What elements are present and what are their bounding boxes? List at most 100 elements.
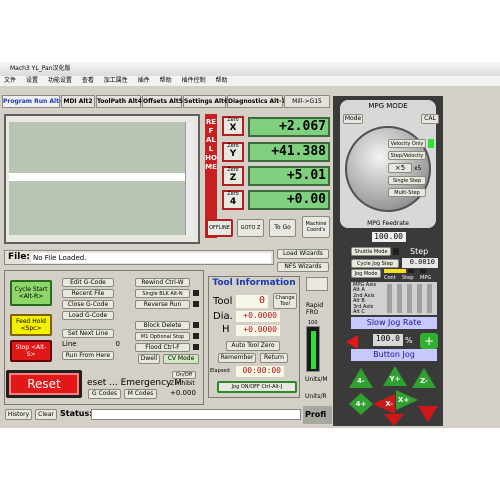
slow-jog-up-icon[interactable]: +: [420, 333, 438, 349]
file-name-field: No File Loaded.: [31, 253, 271, 263]
zero-z-button[interactable]: Zero Z: [222, 166, 244, 186]
tool-info-title: Tool Information: [212, 278, 296, 288]
tab-offsets[interactable]: Offsets Alt5: [142, 95, 183, 108]
jog-onoff-button[interactable]: Jog ON/OFF Ctrl-Alt-J: [217, 381, 297, 393]
return-button[interactable]: Return: [260, 353, 288, 363]
history-button[interactable]: History: [5, 409, 32, 420]
feed-hold-button[interactable]: Feed Hold <Spc>: [10, 314, 52, 336]
mpg-axis-a-label[interactable]: MPG Axis Alt A: [353, 283, 381, 293]
single-blk-button[interactable]: Single BLK Alt-N: [135, 289, 190, 298]
nfs-wizards-button[interactable]: NFS Wizards: [277, 262, 329, 272]
zero-x-button[interactable]: Zero X: [222, 116, 244, 136]
menu-item[interactable]: 设置: [26, 77, 38, 84]
x5-label: x5: [414, 165, 422, 172]
tab-diagnostics[interactable]: Diagnostics Alt-7: [227, 95, 286, 108]
to-go-button[interactable]: To Go: [269, 219, 296, 237]
block-delete-button[interactable]: Block Delete: [135, 321, 190, 330]
stop-button[interactable]: Stop <Alt-S>: [10, 340, 52, 362]
tab-toolpath[interactable]: ToolPath Alt4: [96, 95, 142, 108]
step-velocity-button[interactable]: Step/Velocity: [388, 151, 426, 160]
line-label: Line: [62, 340, 77, 348]
change-tool-button[interactable]: Change Tool: [273, 293, 297, 309]
jog-mpg-led: [420, 269, 426, 273]
menu-item[interactable]: 帮助: [216, 77, 228, 84]
dia-label: Dia.: [213, 311, 233, 322]
mcodes-button[interactable]: M Codes: [124, 389, 157, 399]
reset-button[interactable]: Reset: [6, 370, 82, 398]
single-blk-led: [193, 290, 199, 296]
zero-y-button[interactable]: Zero Y: [222, 142, 244, 162]
auto-tool-zero-button[interactable]: Auto Tool Zero: [226, 341, 280, 351]
mpg-mode-button[interactable]: Mode: [343, 114, 363, 124]
menu-item[interactable]: 文件: [4, 77, 16, 84]
gcodes-button[interactable]: G Codes: [88, 389, 121, 399]
menu-item[interactable]: 功能设置: [48, 77, 72, 84]
x5-button[interactable]: ×5: [388, 163, 412, 173]
edit-gcode-button[interactable]: Edit G-Code: [62, 278, 114, 287]
dro-x: +2.067: [248, 117, 330, 137]
close-gcode-button[interactable]: Close G-Code: [62, 300, 114, 309]
onoff-button[interactable]: On/Off: [172, 371, 196, 379]
menu-item[interactable]: 插件控制: [182, 77, 206, 84]
remember-button[interactable]: Remember: [218, 353, 256, 363]
rewind-button[interactable]: Rewind Ctrl-W: [135, 278, 190, 287]
run-from-here-button[interactable]: Run From Here: [62, 351, 114, 360]
zero-4-button[interactable]: Zero 4: [222, 190, 244, 210]
reverse-run-button[interactable]: Reverse Run: [135, 300, 190, 309]
percent-label: %: [405, 336, 413, 345]
block-delete-led: [193, 322, 199, 328]
slow-jog-rate-label: Slow Jog Rate: [351, 317, 437, 329]
menu-item[interactable]: 插件: [138, 77, 150, 84]
multi-step-button[interactable]: Multi-Step: [388, 188, 426, 197]
gcode-display[interactable]: [9, 122, 185, 235]
menu-item[interactable]: 查看: [82, 77, 94, 84]
shuttle-mode-button[interactable]: Shuttle Mode: [351, 247, 391, 256]
h-value: +0.0000: [236, 325, 280, 336]
units-rev-label: Units/R: [305, 393, 327, 400]
clear-button[interactable]: Clear: [35, 409, 57, 420]
menu-item[interactable]: 帮助: [160, 77, 172, 84]
feedrate-header: [306, 277, 328, 291]
mpg-col-label: MPG: [420, 275, 432, 281]
tab-mill-g15[interactable]: Mill->G15: [284, 95, 330, 108]
mpg-cal-button[interactable]: CAL: [421, 114, 439, 124]
mpg-axis-b-label[interactable]: 2nd Axis Alt B: [353, 294, 381, 304]
load-gcode-button[interactable]: Load G-Code: [62, 311, 114, 320]
h-label: H: [222, 324, 230, 335]
cycle-start-button[interactable]: Cycle Start <Alt-R>: [10, 280, 52, 306]
cycle-jog-step-button[interactable]: Cycle Jog Step: [351, 259, 399, 268]
tab-settings[interactable]: Settings Alt6: [183, 95, 228, 108]
set-next-line-button[interactable]: Set Next Line: [62, 329, 114, 338]
units-min-label: Units/M: [305, 376, 328, 383]
jog-mode-button[interactable]: Jog Mode: [351, 269, 381, 278]
status-field: [91, 409, 301, 420]
elapsed-label: Elapsed: [210, 368, 230, 374]
offline-button[interactable]: OFFLINE: [206, 219, 233, 237]
scrollbar[interactable]: [185, 122, 193, 235]
optional-stop-button[interactable]: M1 Optional Stop: [135, 332, 190, 341]
machine-coords-button[interactable]: Machine Coord's: [302, 216, 330, 238]
jog-step-led: [408, 269, 414, 273]
menu-item[interactable]: 加工属性: [104, 77, 128, 84]
z-inhibit-label: Z inhibit: [170, 380, 195, 387]
jog-mode-indicator: [384, 269, 406, 273]
cont-col-label: Cont: [384, 275, 396, 281]
flood-button[interactable]: Flood Ctrl-F: [135, 343, 190, 352]
recent-file-button[interactable]: Recent File: [62, 289, 114, 298]
tab-mdi[interactable]: MDI Alt2: [61, 95, 95, 108]
slow-jog-down-icon[interactable]: [346, 335, 358, 349]
reverse-run-led: [193, 301, 199, 307]
rapid-fro-slider[interactable]: [306, 326, 320, 372]
slow-jog-value: 100.0: [373, 334, 403, 346]
tab-program-run[interactable]: Program Run Alt-1: [2, 95, 66, 108]
velocity-only-button[interactable]: Velocity Only: [388, 139, 426, 148]
elapsed-value: 00:00:00: [236, 366, 284, 377]
single-step-button[interactable]: Single Step: [388, 176, 426, 185]
z-inhibit-value: +0.000: [170, 389, 196, 397]
dro-z: +5.01: [248, 166, 330, 186]
goto-z-button[interactable]: GOTO Z: [237, 219, 264, 237]
mpg-axis-c-label[interactable]: 3rd Axis Alt C: [353, 305, 381, 315]
file-label: File:: [8, 252, 31, 262]
rapid-fro-fill: [311, 331, 316, 369]
load-wizards-button[interactable]: Load Wizards: [277, 249, 329, 259]
